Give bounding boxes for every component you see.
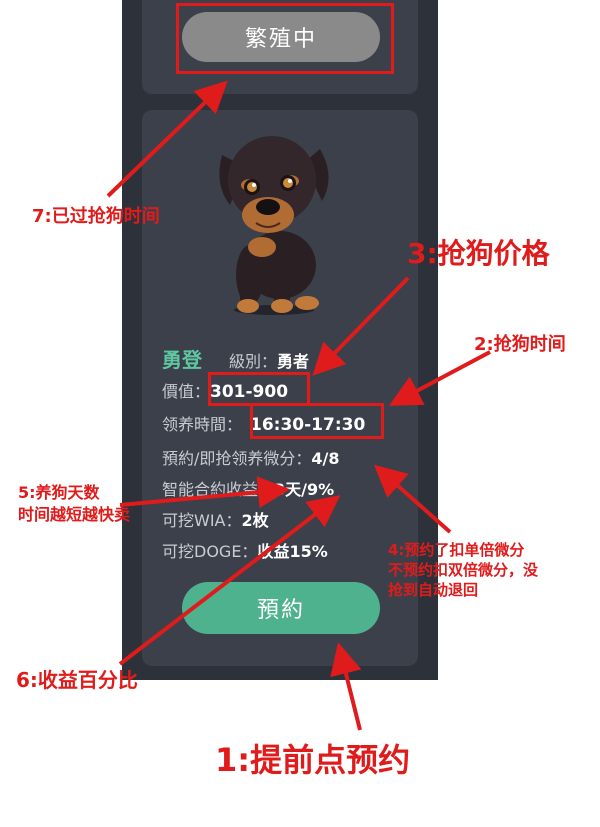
annotation-6: 6:收益百分比 [16,668,138,692]
annotation-5-line1: 5:养狗天数 [18,483,100,502]
contract-row: 智能合約收益：3天/9% [162,476,334,500]
reserve-button[interactable]: 預約 [182,582,380,634]
reserve-label: 預約/即抢领养微分： [162,449,312,468]
wia-label: 可挖WIA： [162,511,242,530]
annotation-5-line2: 时间越短越快卖 [18,505,131,524]
contract-value: 3天/9% [274,480,335,499]
doge-row: 可挖DOGE：收益15% [162,538,328,562]
annotation-4-line3: 抢到自动退回 [388,581,479,599]
annotation-1: 1:提前点预约 [215,741,411,779]
dog-name: 勇登 [162,348,202,372]
level-label: 級別： [229,352,278,371]
doge-value: 收益15% [257,542,328,561]
annotation-5: 5:养狗天数 时间越短越快卖 [18,482,130,526]
highlight-box-breeding [176,3,394,74]
annotation-2: 2:抢狗时间 [474,334,566,355]
reserve-value: 4/8 [311,449,340,468]
dog-avatar [219,136,329,315]
level-value: 勇者 [277,352,310,371]
annotation-3: 3:抢狗价格 [407,237,550,270]
time-label: 领养時間： [162,415,243,434]
contract-label: 智能合約收益： [162,480,275,499]
annotation-4: 4:预约了扣单倍微分 不预约扣双倍微分，没 抢到自动退回 [388,540,538,600]
price-label: 價值： [162,382,211,401]
reserve-row: 預約/即抢领养微分：4/8 [162,445,340,469]
annotation-7: 7:已过抢狗时间 [32,206,160,227]
highlight-box-time [250,403,384,439]
wia-row: 可挖WIA：2枚 [162,507,269,531]
doge-label: 可挖DOGE： [162,542,258,561]
wia-value: 2枚 [241,511,269,530]
highlight-box-price [208,372,310,406]
annotation-4-line2: 不预约扣双倍微分，没 [388,561,539,579]
annotation-4-line1: 4:预约了扣单倍微分 [388,541,525,559]
dog-level: 級別：勇者 [229,348,309,372]
